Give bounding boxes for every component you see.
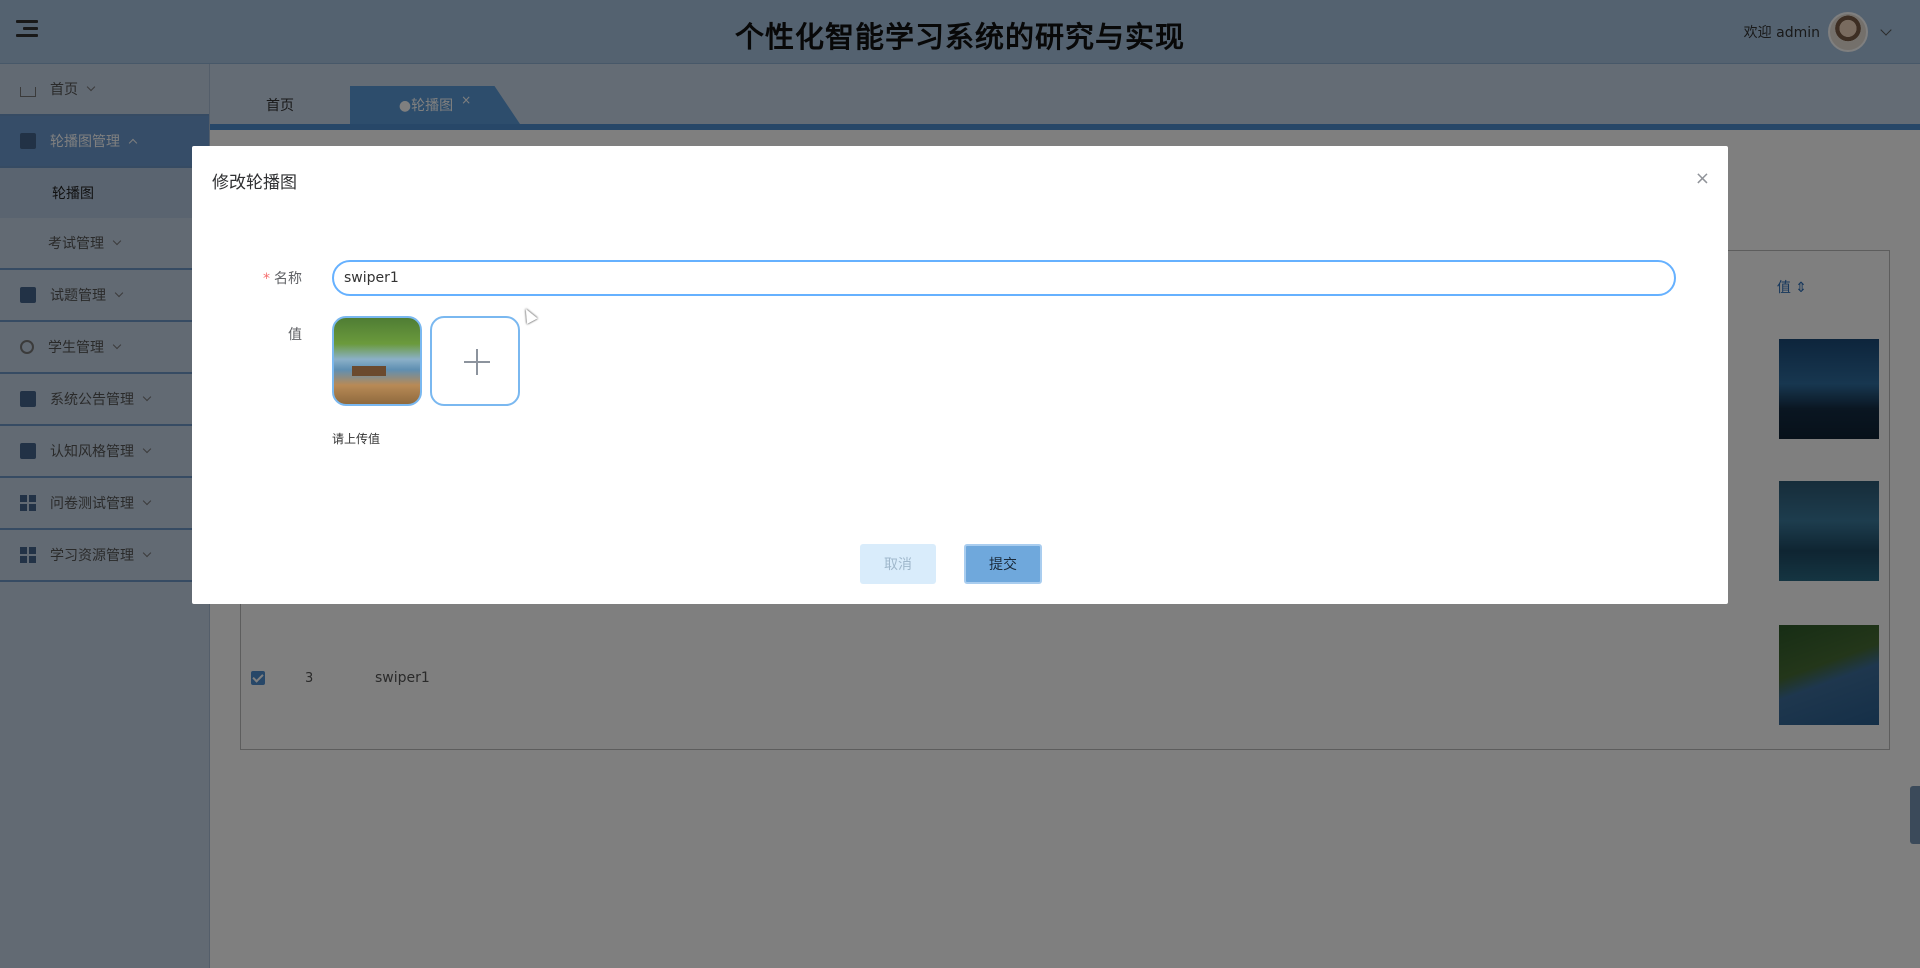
scroll-widget[interactable] [1910, 786, 1920, 844]
upload-hint: 请上传值 [332, 432, 381, 446]
upload-add-button[interactable] [430, 316, 520, 406]
cancel-button[interactable]: 取消 [860, 544, 936, 584]
submit-button[interactable]: 提交 [964, 544, 1042, 584]
name-label-text: 名称 [274, 271, 302, 287]
bench-shape [352, 366, 386, 376]
required-mark: * [263, 271, 270, 287]
edit-carousel-dialog: 修改轮播图 × *名称 值 请上传值 取消 提交 [192, 146, 1728, 604]
name-label: * 名称 [192, 268, 302, 288]
value-label: 值 [288, 327, 302, 343]
dialog-title: 修改轮播图 [212, 173, 297, 193]
uploaded-image[interactable] [332, 316, 422, 406]
name-field[interactable] [332, 260, 1676, 296]
close-icon[interactable]: × [1695, 168, 1710, 189]
